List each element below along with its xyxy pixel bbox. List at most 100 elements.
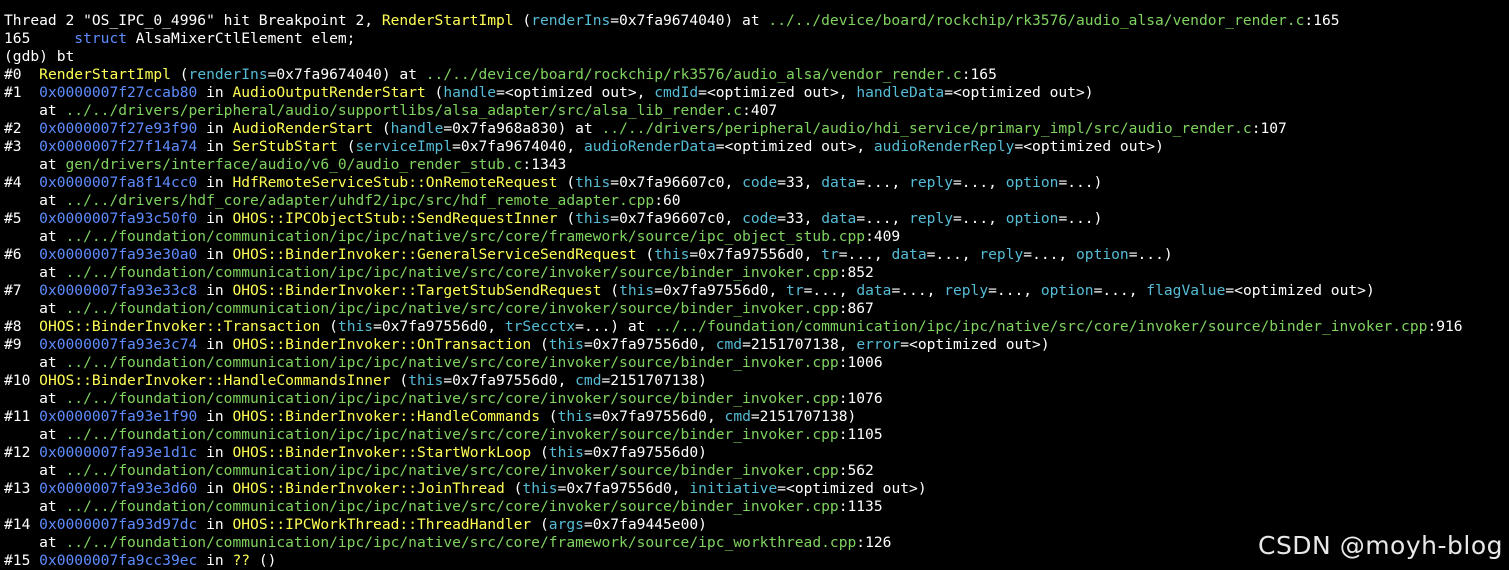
- terminal-text-segment: #4: [4, 174, 40, 191]
- terminal-line: #6 0x0000007fa93e30a0 in OHOS::BinderInv…: [4, 246, 1509, 264]
- terminal-text-segment: 0x0000007f27e93f90: [39, 120, 198, 137]
- terminal-line: #13 0x0000007fa93e3d60 in OHOS::BinderIn…: [4, 480, 1509, 498]
- terminal-line: at ../../foundation/communication/ipc/ip…: [4, 462, 1509, 480]
- terminal-text-segment: #15: [4, 552, 40, 569]
- terminal-text-segment: =...,: [988, 282, 1041, 299]
- terminal-text-segment: =2151707138): [750, 408, 857, 425]
- terminal-text-segment: at: [4, 264, 66, 281]
- terminal-text-segment: OHOS::BinderInvoker::StartWorkLoop: [232, 444, 532, 461]
- terminal-text-segment: =0x7fa97556d0): [583, 444, 707, 461]
- terminal-text-segment: this: [619, 282, 655, 299]
- terminal-text-segment: :409: [865, 228, 901, 245]
- terminal-text-segment: (: [170, 66, 189, 83]
- terminal-text-segment: option: [1040, 282, 1094, 299]
- terminal-text-segment: at: [4, 156, 66, 173]
- terminal-text-segment: code: [742, 210, 778, 227]
- terminal-line: #9 0x0000007fa93e3c74 in OHOS::BinderInv…: [4, 336, 1509, 354]
- terminal-text-segment: :60: [654, 192, 681, 209]
- terminal-text-segment: at: [4, 390, 66, 407]
- terminal-text-segment: =...,: [1023, 246, 1076, 263]
- terminal-text-segment: :407: [742, 102, 778, 119]
- terminal-text-segment: ../../foundation/communication/ipc/ipc/n…: [65, 498, 839, 515]
- terminal-text-segment: 0x0000007f27ccab80: [39, 84, 198, 101]
- terminal-text-segment: =0x7fa97556d0,: [443, 372, 576, 389]
- terminal-text-segment: trSecctx: [504, 318, 576, 335]
- terminal-text-segment: =...,: [926, 246, 980, 263]
- terminal-text-segment: ../../foundation/communication/ipc/ipc/n…: [654, 318, 1428, 335]
- terminal-text-segment: ??: [232, 552, 251, 569]
- terminal-text-segment: #0: [4, 66, 40, 83]
- terminal-text-segment: at: [4, 534, 66, 551]
- terminal-line: at ../../drivers/hdf_core/adapter/uhdf2/…: [4, 192, 1509, 210]
- terminal-text-segment: (: [337, 138, 356, 155]
- terminal-text-segment: 0x0000007fa93e3d60: [39, 480, 198, 497]
- terminal-text-segment: reply: [909, 210, 953, 227]
- terminal-text-segment: :562: [838, 462, 874, 479]
- terminal-text-segment: flagValue: [1146, 282, 1226, 299]
- terminal-text-segment: :852: [838, 264, 874, 281]
- terminal-text-segment: option: [1005, 174, 1059, 191]
- terminal-text-segment: =0x7fa9674040) at: [610, 12, 769, 29]
- terminal-text-segment: (: [390, 372, 409, 389]
- terminal-text-segment: =...): [1058, 174, 1103, 191]
- terminal-line: #10 OHOS::BinderInvoker::HandleCommandsI…: [4, 372, 1509, 390]
- terminal-text-segment: =33,: [777, 210, 822, 227]
- terminal-text-segment: in: [197, 120, 233, 137]
- terminal-text-segment: =...,: [891, 282, 945, 299]
- terminal-line: at ../../foundation/communication/ipc/ip…: [4, 498, 1509, 516]
- terminal-text-segment: in: [197, 516, 233, 533]
- terminal-text-segment: =0x7fa97556d0,: [592, 408, 725, 425]
- terminal-text-segment: 0x0000007fa8f14cc0: [39, 174, 198, 191]
- terminal-line: #8 OHOS::BinderInvoker::Transaction (thi…: [4, 318, 1509, 336]
- terminal-text-segment: tr: [821, 246, 839, 263]
- terminal-text-segment: =0x7fa97556d0,: [557, 480, 690, 497]
- terminal-text-segment: reply: [944, 282, 989, 299]
- terminal-text-segment: :867: [838, 300, 874, 317]
- terminal-text-segment: =<optimized out>): [900, 336, 1050, 353]
- terminal-text-segment: Thread 2 "OS_IPC_0_4996" hit Breakpoint …: [4, 12, 382, 29]
- terminal-text-segment: code: [742, 174, 778, 191]
- terminal-text-segment: OHOS::IPCObjectStub::SendRequestInner: [232, 210, 558, 227]
- terminal-text-segment: :1135: [838, 498, 883, 515]
- terminal-text-segment: :1076: [838, 390, 883, 407]
- terminal-text-segment: (: [540, 408, 558, 425]
- terminal-text-segment: OHOS::BinderInvoker::HandleCommands: [232, 408, 540, 425]
- terminal-text-segment: 0x0000007fa93e33c8: [39, 282, 198, 299]
- terminal-text-segment: =0x7fa968a830) at: [443, 120, 602, 137]
- terminal-text-segment: in: [197, 552, 233, 569]
- terminal-line: 165 struct AlsaMixerCtlElement elem;: [4, 30, 1509, 48]
- terminal-text-segment: =<optimized out>,: [698, 84, 857, 101]
- terminal-text-segment: at: [4, 462, 66, 479]
- terminal-text-segment: 0x0000007fa93e30a0: [39, 246, 198, 263]
- terminal-output[interactable]: Thread 2 "OS_IPC_0_4996" hit Breakpoint …: [4, 12, 1509, 570]
- terminal-text-segment: OHOS::BinderInvoker::TargetStubSendReque…: [232, 282, 602, 299]
- terminal-text-segment: gen/drivers/interface/audio/v6_0/audio_r…: [65, 156, 523, 173]
- terminal-text-segment: in: [197, 444, 233, 461]
- terminal-text-segment: renderIns: [531, 12, 611, 29]
- terminal-text-segment: in: [197, 210, 233, 227]
- terminal-text-segment: this: [654, 246, 690, 263]
- terminal-line: #12 0x0000007fa93e1d1c in OHOS::BinderIn…: [4, 444, 1509, 462]
- terminal-text-segment: :126: [856, 534, 892, 551]
- terminal-text-segment: cmd: [724, 408, 751, 425]
- terminal-text-segment: #14: [4, 516, 40, 533]
- terminal-text-segment: ../../foundation/communication/ipc/ipc/n…: [65, 534, 857, 551]
- terminal-line: #3 0x0000007f27f14a74 in SerStubStart (s…: [4, 138, 1509, 156]
- terminal-text-segment: #1: [4, 84, 40, 101]
- terminal-text-segment: audioRenderReply: [873, 138, 1015, 155]
- terminal-text-segment: AudioRenderStart: [232, 120, 374, 137]
- terminal-line: at ../../foundation/communication/ipc/ip…: [4, 390, 1509, 408]
- terminal-text-segment: data: [891, 246, 927, 263]
- terminal-text-segment: serviceImpl: [355, 138, 453, 155]
- terminal-text-segment: =<optimized out>): [777, 480, 927, 497]
- terminal-text-segment: OHOS::BinderInvoker::Transaction: [39, 318, 321, 335]
- terminal-text-segment: (: [320, 318, 338, 335]
- terminal-text-segment: renderIns: [188, 66, 268, 83]
- terminal-text-segment: =...,: [953, 174, 1006, 191]
- terminal-text-segment: 0x0000007fa93d97dc: [39, 516, 198, 533]
- terminal-text-segment: (: [531, 516, 549, 533]
- terminal-text-segment: (: [513, 12, 532, 29]
- terminal-text-segment: =0x7fa97556d0,: [583, 336, 716, 353]
- terminal-text-segment: =<optimized out>,: [496, 84, 655, 101]
- terminal-text-segment: OHOS::BinderInvoker::HandleCommandsInner: [39, 372, 391, 389]
